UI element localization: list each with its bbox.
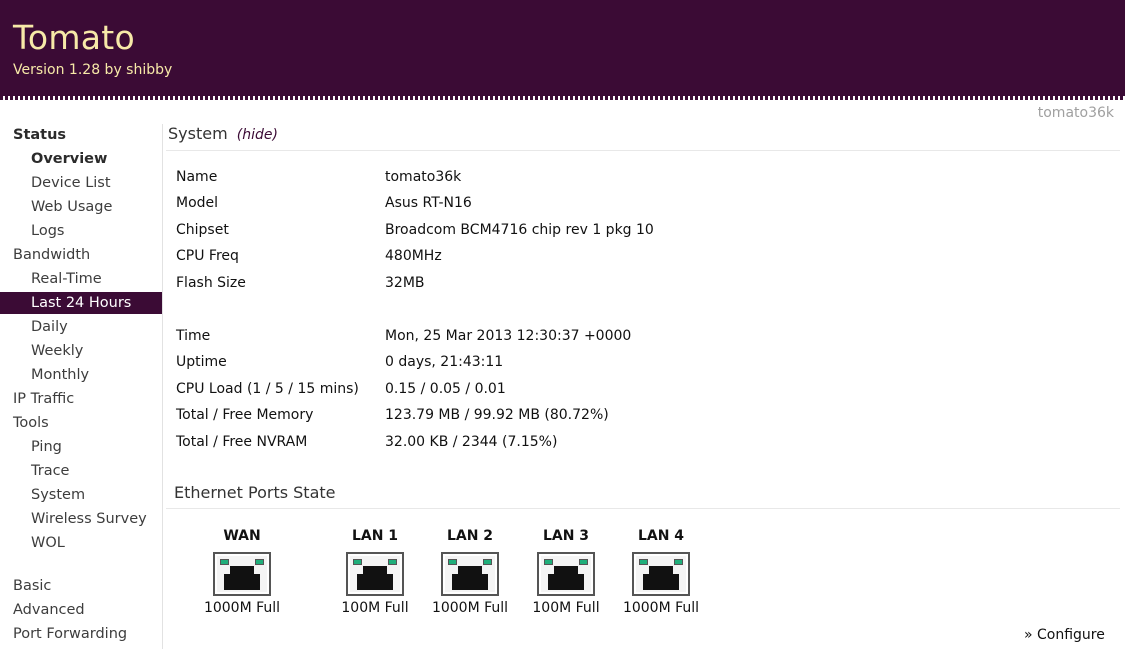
- port-label: LAN 3: [542, 528, 590, 544]
- info-value: 480MHz: [385, 248, 442, 264]
- sidebar-item-ping[interactable]: Ping: [0, 436, 162, 458]
- sidebar-item-wireless-survey[interactable]: Wireless Survey: [0, 508, 162, 530]
- header-border: [0, 96, 1125, 100]
- port-wan: WAN 1000M Full: [202, 527, 282, 616]
- info-label: CPU Load (1 / 5 / 15 mins): [176, 381, 359, 397]
- brand-title: Tomato: [13, 18, 136, 57]
- sidebar-item-overview[interactable]: Overview: [0, 148, 162, 170]
- ethernet-port-icon: [346, 552, 404, 596]
- section-divider: [166, 150, 1120, 151]
- sidebar-item-last-24-hours[interactable]: Last 24 Hours: [0, 292, 162, 314]
- sidebar-item-web-usage[interactable]: Web Usage: [0, 196, 162, 218]
- info-value: 123.79 MB / 99.92 MB (80.72%): [385, 407, 609, 423]
- sidebar-item-port-forwarding[interactable]: Port Forwarding: [0, 623, 162, 645]
- info-value: 32.00 KB / 2344 (7.15%): [385, 434, 558, 450]
- info-value: 32MB: [385, 275, 425, 291]
- sidebar-item-daily[interactable]: Daily: [0, 316, 162, 338]
- sidebar-item-monthly[interactable]: Monthly: [0, 364, 162, 386]
- info-label: Uptime: [176, 354, 227, 370]
- sidebar-item-weekly[interactable]: Weekly: [0, 340, 162, 362]
- port-speed: 100M Full: [532, 600, 600, 616]
- sidebar-item-device-list[interactable]: Device List: [0, 172, 162, 194]
- ports-divider: [166, 508, 1120, 509]
- info-label: CPU Freq: [176, 248, 239, 264]
- header-banner: Tomato Version 1.28 by shibby: [0, 0, 1125, 96]
- port-lan-1: LAN 1 100M Full: [335, 527, 415, 616]
- system-title-text: System: [168, 124, 228, 143]
- port-label: LAN 2: [446, 528, 494, 544]
- info-label: Name: [176, 169, 218, 185]
- sidebar-item-wol[interactable]: WOL: [0, 532, 162, 554]
- info-value: tomato36k: [385, 169, 462, 185]
- port-speed: 1000M Full: [431, 600, 509, 616]
- ethernet-port-icon: [213, 552, 271, 596]
- port-speed: 1000M Full: [622, 600, 700, 616]
- port-lan-3: LAN 3 100M Full: [526, 527, 606, 616]
- info-value: Broadcom BCM4716 chip rev 1 pkg 10: [385, 222, 654, 238]
- info-value: 0 days, 21:43:11: [385, 354, 504, 370]
- port-lan-4: LAN 4 1000M Full: [621, 527, 701, 616]
- info-label: Time: [176, 328, 211, 344]
- sidebar-item-trace[interactable]: Trace: [0, 460, 162, 482]
- port-label: LAN 4: [637, 528, 685, 544]
- info-label: Model: [176, 195, 219, 211]
- port-lan-2: LAN 2 1000M Full: [430, 527, 510, 616]
- info-value: Mon, 25 Mar 2013 12:30:37 +0000: [385, 328, 632, 344]
- configure-link[interactable]: » Configure: [1024, 627, 1105, 643]
- port-label: LAN 1: [351, 528, 399, 544]
- ethernet-ports-title: Ethernet Ports State: [174, 483, 336, 502]
- info-label: Flash Size: [176, 275, 246, 291]
- sidebar-item-status[interactable]: Status: [0, 124, 162, 146]
- info-label: Total / Free NVRAM: [176, 434, 308, 450]
- sidebar-item-bandwidth[interactable]: Bandwidth: [0, 244, 162, 266]
- ethernet-port-icon: [632, 552, 690, 596]
- port-speed: 100M Full: [341, 600, 409, 616]
- info-label: Chipset: [176, 222, 229, 238]
- ethernet-port-icon: [537, 552, 595, 596]
- version-text: Version 1.28 by shibby: [13, 62, 173, 78]
- info-value: 0.15 / 0.05 / 0.01: [385, 381, 506, 397]
- info-value: Asus RT-N16: [385, 195, 472, 211]
- port-label: WAN: [223, 528, 261, 544]
- sidebar-item-logs[interactable]: Logs: [0, 220, 162, 242]
- sidebar-item-advanced[interactable]: Advanced: [0, 599, 162, 621]
- sidebar-item-tools[interactable]: Tools: [0, 412, 162, 434]
- hostname-label: tomato36k: [1037, 105, 1114, 121]
- sidebar-item-real-time[interactable]: Real-Time: [0, 268, 162, 290]
- sidebar-item-system[interactable]: System: [0, 484, 162, 506]
- hide-link[interactable]: (hide): [237, 127, 278, 143]
- sidebar-item-basic[interactable]: Basic: [0, 575, 162, 597]
- port-speed: 1000M Full: [203, 600, 281, 616]
- ethernet-port-icon: [441, 552, 499, 596]
- system-section-title: System (hide): [168, 124, 278, 143]
- info-label: Total / Free Memory: [176, 407, 314, 423]
- sidebar-item-ip-traffic[interactable]: IP Traffic: [0, 388, 162, 410]
- sidebar-nav: Status Overview Device List Web Usage Lo…: [0, 124, 163, 649]
